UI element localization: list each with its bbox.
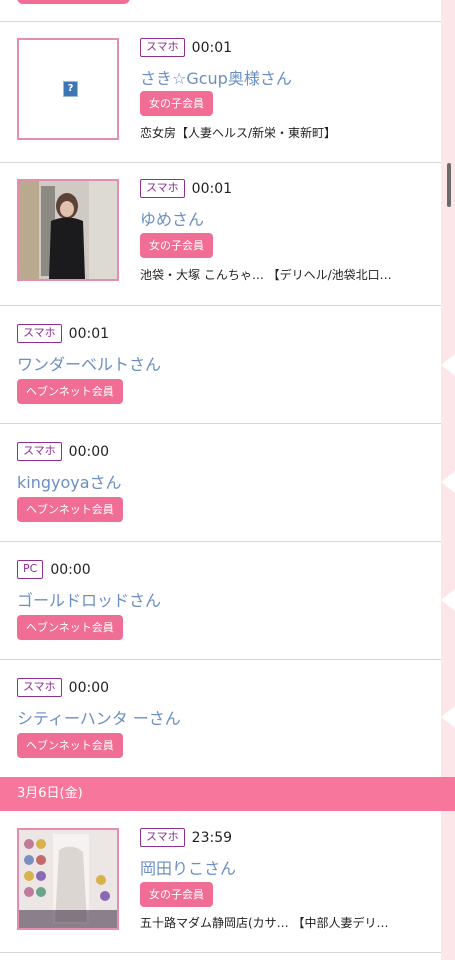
list-item[interactable]: ? スマホ 00:01 さき☆Gcup奥様さん 女の子会員 恋女房【人妻ヘルス/…	[0, 22, 441, 162]
user-name-link[interactable]: ゆめさん	[140, 206, 204, 230]
access-time: 00:01	[191, 39, 233, 56]
user-name-link[interactable]: さき☆Gcup奥様さん	[140, 65, 292, 89]
user-name-link[interactable]: シティーハンタ ーさん	[17, 705, 181, 729]
member-type-badge: ヘブンネット会員	[17, 497, 123, 522]
divider	[0, 952, 441, 953]
list-item[interactable]: PC 00:00 ゴールドロッドさん ヘブンネット会員	[0, 542, 441, 659]
member-type-badge: ヘブンネット会員	[17, 733, 123, 758]
user-name-link[interactable]: kingyoyaさん	[17, 469, 122, 493]
avatar[interactable]	[17, 828, 119, 930]
member-type-badge: ヘブンネット会員	[17, 615, 123, 640]
list-item[interactable]: スマホ 23:59 岡田りこさん 女の子会員 五十路マダム静岡店(カサ… 【中部…	[0, 811, 441, 951]
side-rail	[441, 0, 455, 960]
access-time: 00:00	[50, 561, 91, 578]
user-name-link[interactable]: ワンダーベルトさん	[17, 351, 161, 375]
user-name-link[interactable]: 岡田りこさん	[140, 855, 236, 879]
broken-image-icon: ?	[63, 81, 78, 97]
device-label: スマホ	[140, 38, 185, 57]
access-time: 00:01	[191, 180, 233, 197]
list-item[interactable]: スマホ 00:01 ワンダーベルトさん ヘブンネット会員	[0, 306, 441, 423]
list-item[interactable]: スマホ 00:00 kingyoyaさん ヘブンネット会員	[0, 424, 441, 541]
member-type-badge: 女の子会員	[140, 882, 213, 907]
previous-item-badge[interactable]	[17, 0, 130, 4]
shop-name[interactable]: 池袋・大塚 こんちゃ… 【デリヘル/池袋北口…	[140, 266, 392, 283]
scrollbar-thumb[interactable]	[447, 163, 451, 207]
access-time: 23:59	[191, 829, 233, 846]
access-time: 00:01	[68, 325, 110, 342]
shop-name[interactable]: 恋女房【人妻ヘルス/新栄・東新町】	[140, 124, 336, 141]
list-item[interactable]: スマホ 00:01 ゆめさん 女の子会員 池袋・大塚 こんちゃ… 【デリヘル/池…	[0, 163, 441, 305]
member-type-badge: ヘブンネット会員	[17, 379, 123, 404]
shop-name[interactable]: 五十路マダム静岡店(カサ… 【中部人妻デリ…	[140, 914, 389, 931]
device-label: スマホ	[17, 324, 62, 343]
device-label: スマホ	[17, 442, 62, 461]
device-label: PC	[17, 560, 44, 579]
user-name-link[interactable]: ゴールドロッドさん	[17, 587, 161, 611]
date-header: 3月6日(金)	[0, 777, 455, 811]
list-item[interactable]: スマホ 00:00 シティーハンタ ーさん ヘブンネット会員	[0, 660, 441, 777]
device-label: スマホ	[140, 828, 185, 847]
avatar[interactable]: ?	[17, 38, 119, 140]
member-type-badge: 女の子会員	[140, 91, 213, 116]
access-time: 00:00	[68, 443, 110, 460]
profile-photo-icon	[19, 181, 117, 279]
avatar[interactable]	[17, 179, 119, 281]
device-label: スマホ	[17, 678, 62, 697]
member-type-badge: 女の子会員	[140, 233, 213, 258]
device-label: スマホ	[140, 179, 185, 198]
access-time: 00:00	[68, 679, 110, 696]
profile-photo-icon	[19, 830, 117, 928]
